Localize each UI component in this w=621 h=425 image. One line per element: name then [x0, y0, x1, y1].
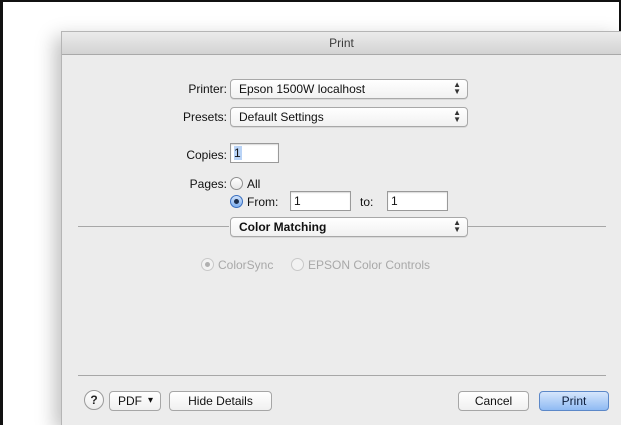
printer-value: Epson 1500W localhost	[239, 82, 366, 96]
section-popup[interactable]: Color Matching ▲ ▼	[230, 217, 468, 237]
footer-divider	[78, 375, 606, 376]
epson-color-controls-label: EPSON Color Controls	[308, 258, 431, 272]
pages-all-radio[interactable]	[230, 177, 243, 190]
up-down-arrows-icon: ▲ ▼	[453, 108, 461, 124]
pages-to-label: to:	[360, 195, 374, 209]
presets-label: Presets:	[182, 110, 227, 124]
hide-details-button[interactable]: Hide Details	[169, 391, 272, 411]
dialog-title: Print	[329, 36, 354, 50]
pages-from-radio[interactable]	[230, 195, 243, 208]
presets-value: Default Settings	[239, 110, 324, 124]
copies-field[interactable]: 1	[230, 143, 279, 163]
pages-to-field[interactable]: 1	[387, 191, 448, 211]
epson-color-controls-radio[interactable]	[291, 258, 304, 271]
pages-to-value: 1	[391, 194, 398, 208]
up-down-arrows-icon: ▲ ▼	[453, 80, 461, 96]
window-frame-left	[0, 0, 3, 425]
colorsync-radio[interactable]	[201, 258, 214, 271]
pages-from-value: 1	[294, 194, 301, 208]
pages-from-label: From:	[247, 195, 279, 209]
pages-label: Pages:	[189, 177, 227, 191]
print-button[interactable]: Print	[539, 391, 609, 411]
pdf-label: PDF	[118, 394, 142, 408]
colorsync-label: ColorSync	[218, 258, 274, 272]
pages-from-field[interactable]: 1	[290, 191, 351, 211]
help-button[interactable]: ?	[84, 390, 104, 410]
section-popup-value: Color Matching	[239, 220, 327, 234]
pdf-menu-button[interactable]: PDF ▾	[109, 391, 161, 411]
copies-value: 1	[234, 146, 241, 160]
pages-all-label: All	[247, 177, 261, 191]
presets-popup[interactable]: Default Settings ▲ ▼	[230, 107, 468, 127]
print-dialog: Print Printer: Epson 1500W localhost ▲ ▼ …	[61, 31, 621, 425]
up-down-arrows-icon: ▲ ▼	[453, 218, 461, 234]
dialog-titlebar: Print	[62, 32, 621, 55]
cancel-button[interactable]: Cancel	[458, 391, 529, 411]
copies-label: Copies:	[186, 148, 227, 162]
chevron-down-icon: ▾	[147, 395, 153, 406]
section-divider-left	[78, 226, 229, 227]
window-frame-top	[0, 0, 621, 2]
printer-popup[interactable]: Epson 1500W localhost ▲ ▼	[230, 79, 468, 99]
section-divider-right	[468, 226, 606, 227]
printer-label: Printer:	[188, 82, 227, 96]
